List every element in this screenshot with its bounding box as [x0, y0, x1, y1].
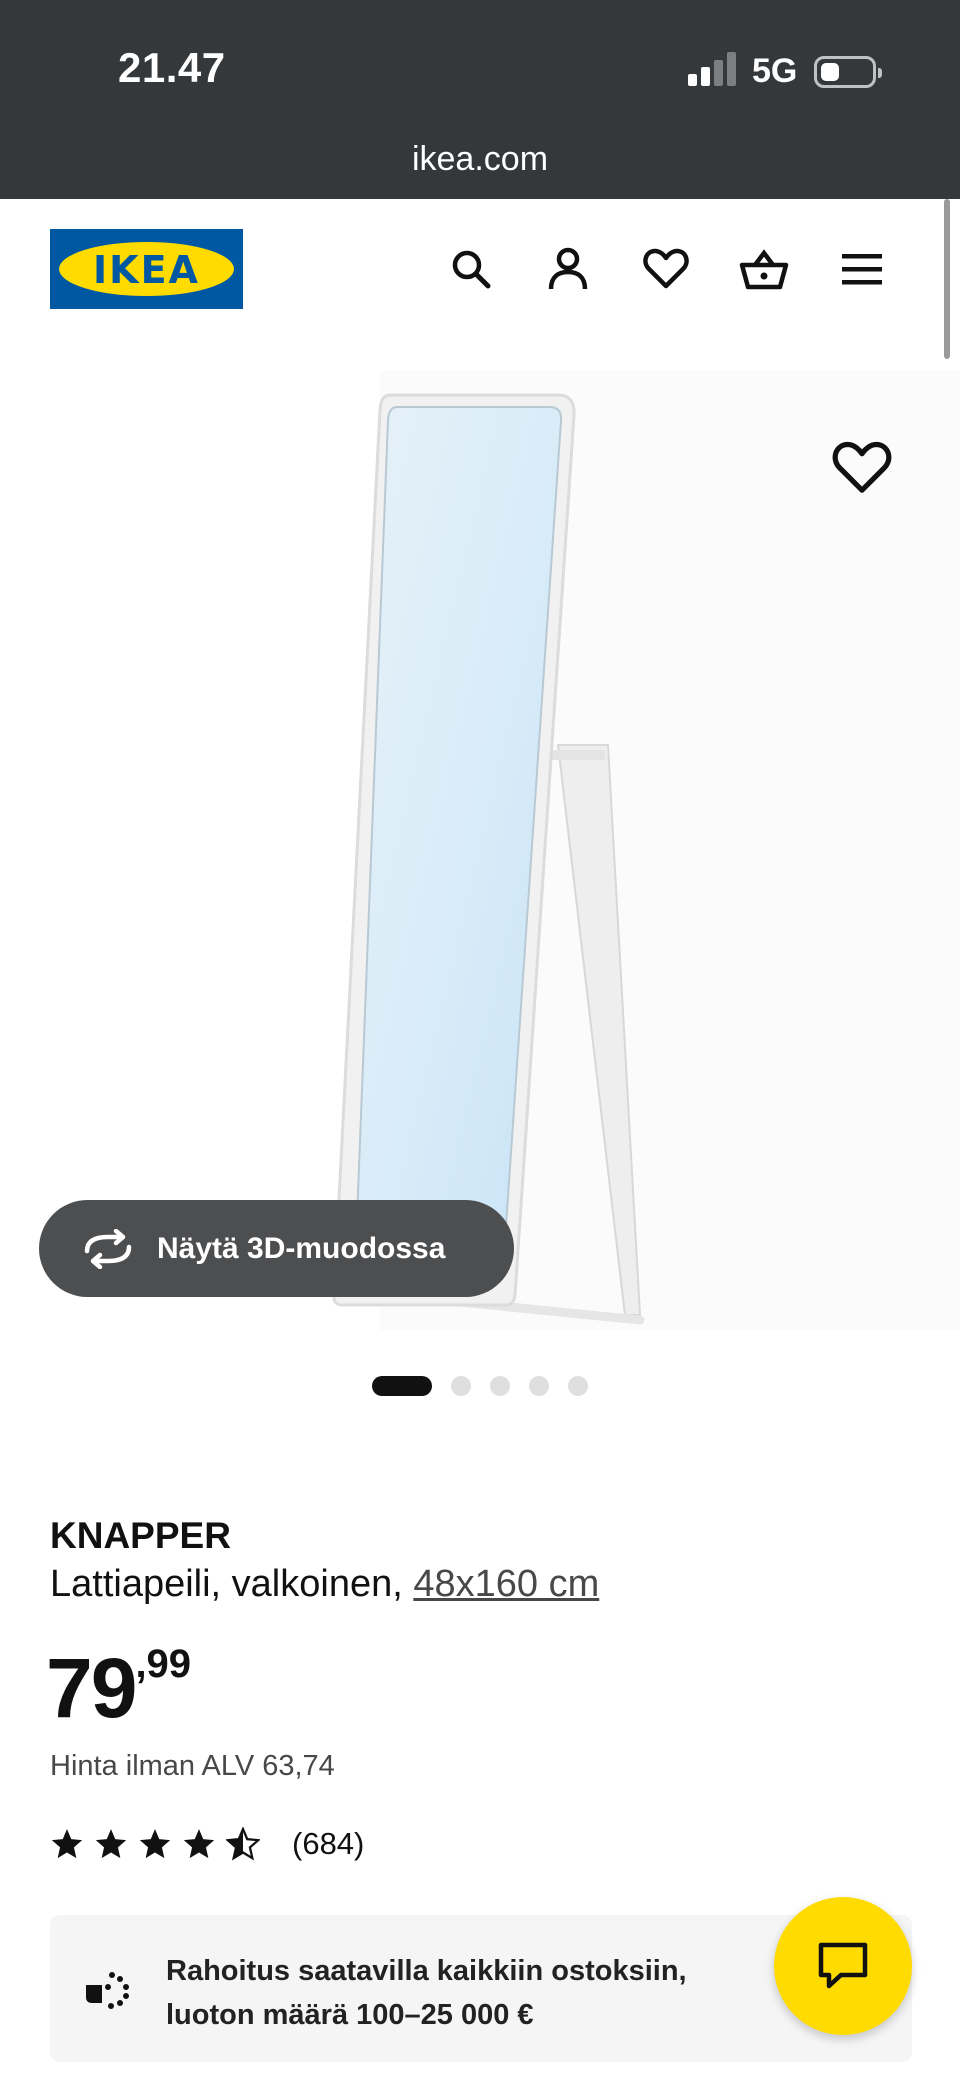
product-description: Lattiapeili, valkoinen, 48x160 cm — [50, 1563, 599, 1606]
star-icon — [95, 1829, 127, 1859]
battery-icon — [814, 56, 882, 88]
financing-icon — [86, 1972, 129, 2009]
search-icon[interactable] — [443, 241, 499, 297]
gallery-dot-1[interactable] — [372, 1376, 432, 1396]
site-header: IKEA — [0, 199, 960, 339]
price-excl-vat: Hinta ilman ALV 63,74 — [50, 1750, 335, 1782]
signal-icon — [688, 52, 736, 86]
user-icon[interactable] — [540, 241, 596, 297]
product-size-link[interactable]: 48x160 cm — [413, 1563, 599, 1605]
menu-icon[interactable] — [834, 241, 890, 297]
add-to-favourites-icon[interactable] — [832, 440, 892, 500]
financing-text: Rahoitus saatavilla kaikkiin ostoksiin, … — [166, 1955, 687, 2031]
star-icon — [183, 1829, 215, 1859]
gallery-dot-3[interactable] — [490, 1376, 510, 1396]
product-type: Lattiapeili, valkoinen, — [50, 1563, 414, 1605]
rotate-3d-icon — [84, 1228, 132, 1269]
status-bar: 21.47 5G ikea.com — [0, 0, 960, 199]
view-3d-button[interactable]: Näytä 3D-muodossa — [39, 1200, 514, 1297]
product-price: 79,99 — [46, 1640, 191, 1737]
product-gallery[interactable] — [0, 370, 960, 1330]
view-3d-label: Näytä 3D-muodossa — [157, 1231, 446, 1265]
network-label: 5G — [752, 52, 798, 90]
rating-count: (684) — [292, 1826, 365, 1861]
basket-icon[interactable] — [736, 241, 792, 297]
gallery-dot-5[interactable] — [568, 1376, 588, 1396]
gallery-pagination[interactable] — [372, 1375, 607, 1397]
address-bar-url[interactable]: ikea.com — [0, 140, 960, 179]
page-scrollbar[interactable] — [944, 199, 950, 359]
half-star-icon — [226, 1827, 260, 1861]
ikea-logo[interactable]: IKEA — [50, 229, 243, 309]
heart-icon[interactable] — [638, 241, 694, 297]
gallery-dot-2[interactable] — [451, 1376, 471, 1396]
star-icon — [139, 1829, 171, 1859]
price-integer: 79 — [46, 1641, 137, 1735]
star-icon — [51, 1829, 83, 1859]
status-time: 21.47 — [118, 44, 226, 91]
gallery-dot-4[interactable] — [529, 1376, 549, 1396]
chat-icon — [818, 1942, 868, 1989]
logo-text: IKEA — [93, 248, 200, 292]
product-image — [332, 393, 645, 1325]
product-rating[interactable]: (684) — [50, 1826, 364, 1862]
price-decimals: ,99 — [135, 1642, 192, 1686]
product-name: KNAPPER — [50, 1515, 231, 1556]
chat-button[interactable] — [774, 1897, 912, 2035]
